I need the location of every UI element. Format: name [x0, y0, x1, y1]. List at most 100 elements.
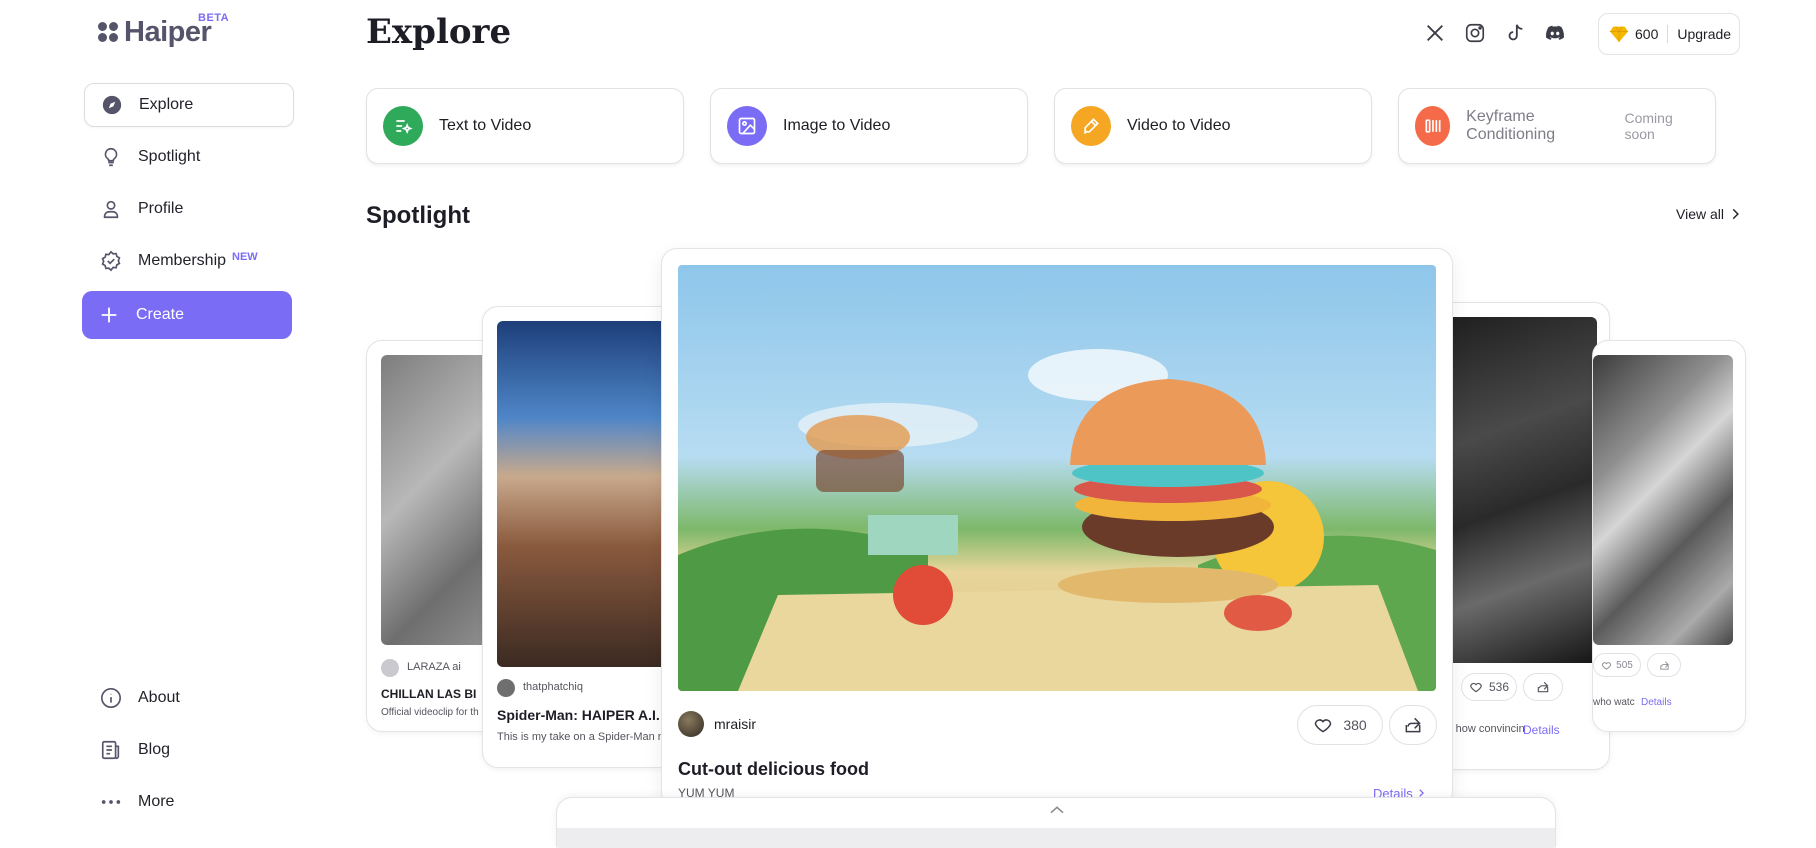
- mode-label: Keyframe Conditioning: [1466, 108, 1556, 143]
- plus-icon: [101, 307, 117, 323]
- upgrade-label: Upgrade: [1677, 26, 1732, 42]
- mode-label: Text to Video: [439, 117, 532, 134]
- app-logo[interactable]: Haiper BETA: [98, 12, 229, 49]
- video-to-video-button[interactable]: Video to Video: [1054, 88, 1372, 164]
- instagram-link[interactable]: [1462, 20, 1488, 46]
- sidebar-item-explore[interactable]: Explore: [84, 83, 294, 127]
- sidebar-item-spotlight[interactable]: Spotlight: [84, 135, 294, 179]
- credits-upgrade-button[interactable]: 600 Upgrade: [1598, 13, 1740, 55]
- sidebar-item-label: Spotlight: [138, 148, 201, 165]
- badge-icon: [101, 250, 121, 272]
- video-thumbnail[interactable]: [678, 265, 1436, 691]
- spotlight-card[interactable]: 505 who watc Details: [1592, 340, 1746, 732]
- like-count: 536: [1488, 680, 1510, 694]
- mode-label: Video to Video: [1127, 117, 1231, 134]
- coming-soon-label: Coming soon: [1624, 110, 1673, 142]
- sidebar-item-profile[interactable]: Profile: [84, 187, 294, 231]
- x-icon: [1427, 25, 1443, 41]
- sidebar-item-blog[interactable]: Blog: [84, 728, 294, 772]
- avatar: [381, 659, 399, 677]
- more-dots-icon: [101, 800, 121, 804]
- like-count: 505: [1616, 659, 1633, 671]
- share-icon: [1405, 717, 1421, 733]
- tiktok-link[interactable]: [1502, 20, 1528, 46]
- beta-badge: BETA: [198, 12, 230, 24]
- x-link[interactable]: [1422, 20, 1448, 46]
- heart-icon: [1315, 719, 1332, 733]
- keyframe-icon: [1415, 106, 1451, 146]
- sidebar-item-more[interactable]: More: [84, 780, 294, 824]
- sidebar-item-membership[interactable]: Membership NEW: [84, 239, 294, 283]
- sidebar-item-label: Explore: [139, 96, 194, 113]
- heart-icon: [1602, 661, 1612, 670]
- spotlight-card-featured[interactable]: mraisir 380 Cut-out delicious food YUM Y…: [661, 248, 1453, 808]
- avatar: [678, 711, 704, 737]
- creation-modes: Text to Video Image to Video Video to Vi…: [366, 88, 1716, 164]
- details-link[interactable]: Details: [1641, 697, 1672, 708]
- share-button[interactable]: [1523, 673, 1563, 701]
- chevron-right-icon: [1732, 208, 1739, 220]
- card-title: CHILLAN LAS BI: [381, 687, 477, 701]
- details-link[interactable]: Details: [1523, 723, 1560, 737]
- mode-label: Image to Video: [783, 117, 891, 134]
- sidebar-nav: Explore Spotlight Profile Membership NEW…: [82, 83, 294, 347]
- card-description: who watc: [1593, 697, 1635, 708]
- sidebar-item-about[interactable]: About: [84, 676, 294, 720]
- drawer-bar: [557, 828, 1555, 848]
- card-description: Official videoclip for th: [381, 707, 479, 718]
- like-button[interactable]: 536: [1461, 673, 1517, 701]
- share-icon: [1659, 661, 1669, 670]
- blog-icon: [101, 740, 120, 760]
- card-author: LARAZA ai: [407, 661, 461, 673]
- compass-icon: [102, 95, 122, 115]
- share-icon: [1537, 681, 1549, 693]
- video-thumbnail[interactable]: [497, 321, 681, 667]
- page-title: Explore: [366, 12, 512, 52]
- spotlight-card[interactable]: thatphatchiq Spider-Man: HAIPER A.I. Thi…: [482, 306, 682, 768]
- video-thumbnail[interactable]: [1593, 355, 1733, 645]
- sidebar-item-label: More: [138, 793, 175, 810]
- text-to-video-button[interactable]: Text to Video: [366, 88, 684, 164]
- text-sparkle-icon: [383, 106, 423, 146]
- instagram-icon: [1465, 23, 1485, 43]
- image-to-video-button[interactable]: Image to Video: [710, 88, 1028, 164]
- card-description: This is my take on a Spider-Man n: [497, 731, 664, 743]
- view-all-link[interactable]: View all: [1676, 206, 1742, 222]
- spotlight-heading: Spotlight: [366, 202, 470, 229]
- card-author: thatphatchiq: [523, 681, 583, 693]
- card-title: Cut-out delicious food: [678, 759, 869, 779]
- info-icon: [101, 688, 121, 708]
- social-links: [1422, 20, 1568, 46]
- like-button[interactable]: 380: [1297, 705, 1383, 745]
- image-icon: [727, 106, 767, 146]
- discord-link[interactable]: [1542, 20, 1568, 46]
- sidebar: Haiper BETA Explore Spotlight Profile Me…: [0, 0, 310, 831]
- like-count: 380: [1343, 717, 1367, 733]
- share-button[interactable]: [1647, 653, 1681, 677]
- sidebar-item-label: About: [138, 689, 180, 706]
- new-badge: NEW: [232, 251, 258, 263]
- heart-icon: [1470, 682, 1482, 693]
- divider: [1667, 25, 1669, 43]
- author-name: mraisir: [714, 716, 756, 732]
- like-button[interactable]: 505: [1593, 653, 1641, 677]
- credits-count: 600: [1635, 26, 1659, 42]
- pencil-icon: [1071, 106, 1111, 146]
- main-content: Explore 600 Upgrade Text to Video Image …: [366, 0, 1746, 848]
- sidebar-item-label: Membership: [138, 252, 227, 269]
- create-label: Create: [136, 306, 185, 323]
- gem-icon: [1610, 26, 1628, 43]
- card-author[interactable]: mraisir: [678, 711, 756, 737]
- create-button[interactable]: Create: [82, 291, 292, 339]
- card-title: Spider-Man: HAIPER A.I.: [497, 707, 660, 723]
- bottom-drawer[interactable]: [556, 797, 1556, 848]
- chevron-up-icon: [1050, 806, 1064, 814]
- sidebar-item-label: Blog: [138, 741, 171, 758]
- keyframe-conditioning-button: Keyframe Conditioning Coming soon: [1398, 88, 1716, 164]
- share-button[interactable]: [1389, 705, 1437, 745]
- sidebar-item-label: Profile: [138, 200, 184, 217]
- sidebar-bottom-nav: About Blog More: [84, 676, 294, 832]
- haiper-logo-icon: [98, 21, 120, 44]
- burger-illustration: [678, 349, 1436, 691]
- discord-icon: [1546, 25, 1564, 40]
